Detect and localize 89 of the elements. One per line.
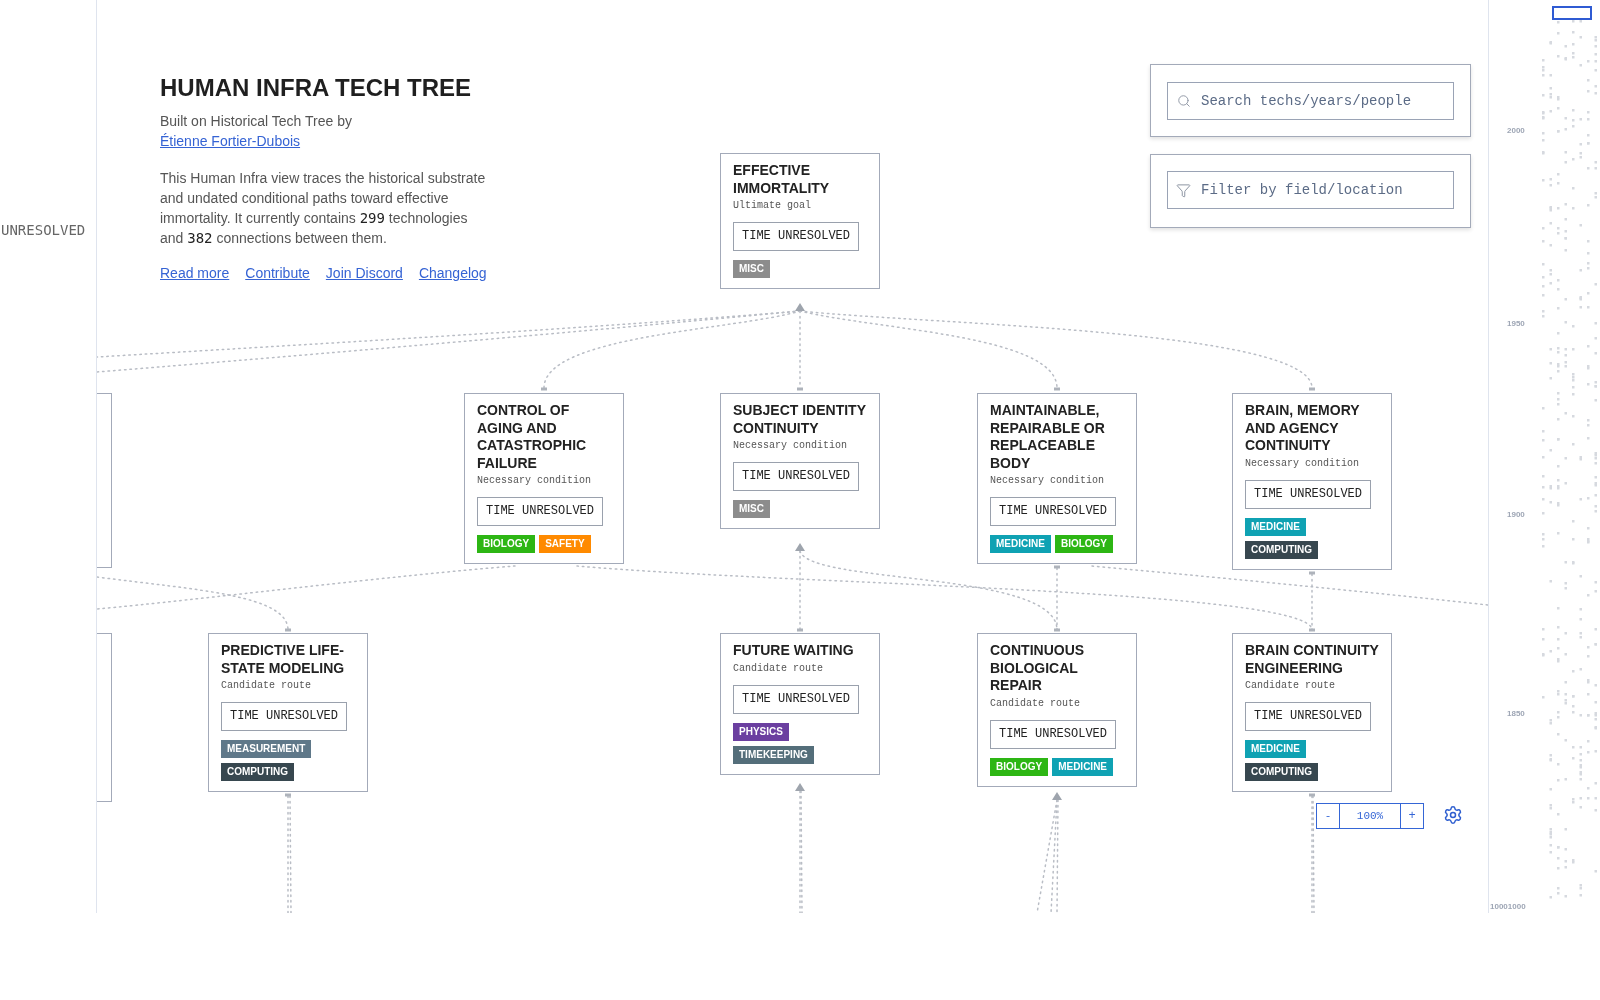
- node-title: EFFECTIVE IMMORTALITY: [733, 162, 831, 197]
- nav-link[interactable]: Join Discord: [325, 263, 403, 283]
- node-title: SUBJECT IDENTITY CONTINUITY: [733, 402, 867, 437]
- connector-port-icon: [285, 793, 291, 797]
- year-label: 10001000: [1490, 902, 1526, 912]
- time-label: TIME UNRESOLVED: [1245, 479, 1372, 509]
- node-subtitle: Necessary condition: [990, 474, 1106, 487]
- credit-text: Built on Historical Tech Tree by Étienne Fortier-Dubois: [160, 112, 353, 151]
- year-label: 2000: [1507, 126, 1525, 136]
- time-label: TIME UNRESOLVED: [990, 719, 1117, 749]
- search-field[interactable]: Search techs/years/people: [1167, 82, 1454, 120]
- tech-node-card[interactable]: FUTURE WAITING Candidate route TIME UNRESOLVED PHYSICS TIMEKEEPING: [720, 633, 880, 775]
- node-title: PREDICTIVE LIFE-STATE MODELING: [221, 642, 346, 677]
- field-tag: MISC: [733, 260, 770, 278]
- arrowhead-icon: [795, 543, 805, 551]
- node-subtitle: Candidate route: [990, 696, 1081, 710]
- field-tag: MEDICINE: [1245, 740, 1306, 758]
- time-label: TIME UNRESOLVED: [221, 702, 348, 731]
- connector-port-icon: [1054, 387, 1060, 391]
- node-subtitle: Necessary condition: [733, 439, 849, 452]
- year-label: 1850: [1507, 709, 1525, 719]
- filter-field[interactable]: Filter by field/location: [1167, 171, 1454, 209]
- nav-link[interactable]: Read more: [160, 263, 230, 283]
- tech-node-card[interactable]: CONTROL OF AGING AND CATASTROPHIC FAILURE Necessary condition TIME UNRESOLVED BIOLOGY SAFETY: [464, 393, 624, 564]
- tech-node-card[interactable]: SUBJECT IDENTITY CONTINUITY Necessary condition TIME UNRESOLVED MISC: [720, 393, 880, 529]
- tech-node-card[interactable]: CONTINUOUS BIOLOGICAL REPAIR Candidate route TIME UNRESOLVED BIOLOGY MEDICINE: [977, 633, 1137, 787]
- arrowhead-icon: [795, 783, 805, 791]
- node-title: CONTINUOUS BIOLOGICAL REPAIR: [990, 642, 1086, 695]
- node-subtitle: Ultimate goal: [733, 199, 812, 212]
- connector-port-icon: [285, 628, 291, 632]
- node-title: MAINTAINABLE, REPAIRABLE OR REPLACEABLE BODY: [990, 402, 1106, 472]
- node-subtitle: Necessary condition: [1245, 456, 1361, 470]
- node-subtitle: Candidate route: [1245, 679, 1336, 692]
- node-title: BRAIN, MEMORY AND AGENCY CONTINUITY: [1245, 402, 1361, 455]
- field-tag: BIOLOGY: [477, 535, 536, 553]
- node-title: BRAIN CONTINUITY ENGINEERING: [1245, 642, 1380, 677]
- connector-port-icon: [541, 387, 547, 391]
- field-tag: BIOLOGY: [1054, 535, 1114, 553]
- viewport-indicator[interactable]: [1552, 6, 1592, 20]
- intro-paragraph: This Human Infra view traces the historical substrate and undated conditional paths toward effective immortality. It currently contains 299 technologies and 382 connections between them.: [160, 169, 487, 248]
- node-subtitle: Candidate route: [221, 679, 312, 692]
- nav-link[interactable]: Changelog: [418, 263, 487, 283]
- tech-node-card[interactable]: BRAIN, MEMORY AND AGENCY CONTINUITY Necessary condition TIME UNRESOLVED MEDICINE COMPUTING: [1232, 393, 1392, 570]
- page-title: HUMAN INFRA TECH TREE: [160, 73, 473, 102]
- connector-port-icon: [1054, 565, 1060, 569]
- field-tag: MISC: [733, 500, 770, 518]
- field-tag: MEDICINE: [990, 535, 1051, 553]
- field-tag: TIMEKEEPING: [733, 745, 814, 764]
- connector-port-icon: [1309, 628, 1315, 632]
- zoom-in-button[interactable]: +: [1400, 803, 1424, 829]
- connector-port-icon: [1054, 628, 1060, 632]
- time-label: TIME UNRESOLVED: [990, 497, 1117, 526]
- settings-icon[interactable]: [1443, 805, 1463, 825]
- field-tag: COMPUTING: [1245, 763, 1319, 781]
- zoom-out-button[interactable]: -: [1316, 803, 1340, 829]
- time-label: TIME UNRESOLVED: [733, 684, 860, 714]
- axis-label: UNRESOLVED: [1, 222, 86, 238]
- field-tag: COMPUTING: [1245, 540, 1319, 559]
- author-link[interactable]: Étienne Fortier-Dubois: [160, 133, 301, 149]
- time-label: TIME UNRESOLVED: [733, 222, 860, 251]
- arrowhead-icon: [795, 303, 805, 311]
- tech-node-card[interactable]: BRAIN CONTINUITY ENGINEERING Candidate route TIME UNRESOLVED MEDICINE COMPUTING: [1232, 633, 1392, 792]
- connector-port-icon: [1309, 387, 1315, 391]
- time-label: TIME UNRESOLVED: [1245, 702, 1372, 731]
- nav-link[interactable]: Contribute: [245, 263, 310, 283]
- field-tag: MEDICINE: [1245, 517, 1306, 536]
- tech-node-card[interactable]: EFFECTIVE IMMORTALITY Ultimate goal TIME UNRESOLVED MISC: [720, 153, 880, 289]
- connector-port-icon: [797, 387, 803, 391]
- arrowhead-icon: [1052, 792, 1062, 800]
- zoom-level: 100%: [1340, 803, 1400, 829]
- field-tag: PHYSICS: [733, 722, 789, 741]
- field-tag: MEDICINE: [1052, 757, 1114, 776]
- tech-node-card[interactable]: PREDICTIVE LIFE-STATE MODELING Candidate route TIME UNRESOLVED MEASUREMENT COMPUTING: [208, 633, 368, 792]
- node-subtitle: Necessary condition: [477, 474, 593, 487]
- node-title: CONTROL OF AGING AND CATASTROPHIC FAILURE: [477, 402, 588, 472]
- connector-port-icon: [797, 628, 803, 632]
- field-tag: SAFETY: [539, 535, 591, 553]
- connector-port-icon: [1309, 571, 1315, 575]
- tech-node-card[interactable]: MAINTAINABLE, REPAIRABLE OR REPLACEABLE BODY Necessary condition TIME UNRESOLVED MEDICINE BIOLOGY: [977, 393, 1137, 564]
- node-subtitle: Candidate route: [733, 661, 824, 675]
- field-tag: BIOLOGY: [990, 757, 1049, 776]
- field-tag: MEASUREMENT: [221, 740, 312, 758]
- field-tag: COMPUTING: [221, 763, 295, 781]
- time-label: TIME UNRESOLVED: [733, 462, 860, 491]
- node-title: FUTURE WAITING: [733, 642, 855, 660]
- year-label: 1900: [1507, 510, 1525, 520]
- time-label: TIME UNRESOLVED: [477, 497, 604, 526]
- year-label: 1950: [1507, 319, 1525, 329]
- connector-port-icon: [1309, 793, 1315, 797]
